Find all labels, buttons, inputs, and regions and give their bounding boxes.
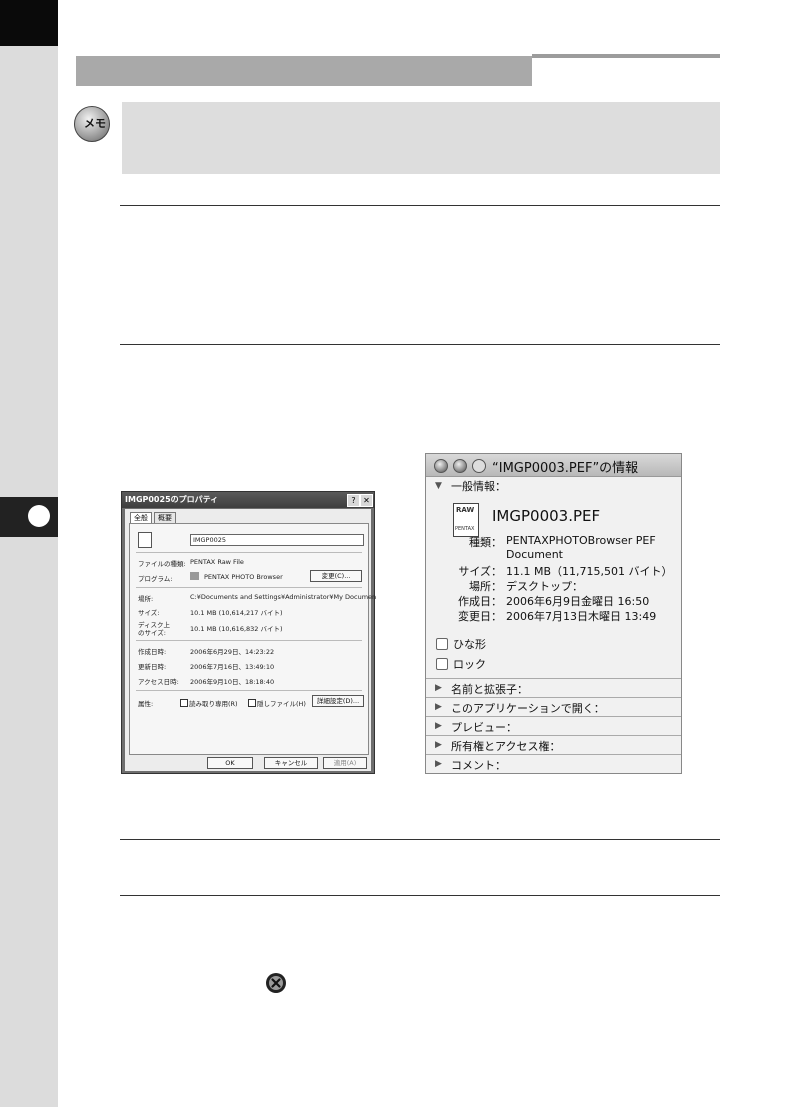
section-name-extension[interactable]: ▶ 名前と拡張子： <box>426 678 681 698</box>
disclosure-closed-icon[interactable]: ▶ <box>435 702 442 712</box>
general-tab-panel: IMGP0025 ファイルの種類: PENTAX Raw File プログラム:… <box>129 523 376 755</box>
change-program-button[interactable]: 変更(C)... <box>310 570 362 582</box>
modified-label: 更新日時: <box>138 663 167 671</box>
dialog-body: 全般 概要 IMGP0025 ファイルの種類: PENTAX Raw File … <box>125 509 376 771</box>
separator <box>136 690 362 691</box>
size-label: サイズ： <box>458 565 502 578</box>
accessed-value: 2006年9月10日、18:18:40 <box>190 678 275 686</box>
section-comments[interactable]: ▶ コメント： <box>426 754 681 774</box>
minimize-window-icon[interactable] <box>453 459 467 473</box>
program-icon <box>190 572 199 580</box>
divider-rule <box>120 895 720 896</box>
disclosure-open-icon[interactable]: ▼ <box>435 481 442 491</box>
locked-label: ロック <box>453 658 486 671</box>
location-value: C:¥Documents and Settings¥Administrator¥… <box>190 593 377 601</box>
general-section-label: 一般情報： <box>451 480 506 493</box>
created-value: 2006年6月29日、14:23:22 <box>190 648 275 656</box>
stationery-label: ひな形 <box>453 638 486 651</box>
zoom-window-icon[interactable] <box>472 459 486 473</box>
attributes-label: 属性: <box>138 700 154 708</box>
size-label: サイズ: <box>138 609 160 617</box>
kind-value-continued: Document <box>506 548 563 561</box>
page-margin-band <box>0 0 58 1107</box>
stationery-checkbox[interactable] <box>436 638 448 650</box>
info-file-name: IMGP0003.PEF <box>492 507 601 525</box>
kind-label: 種類： <box>469 536 502 549</box>
memo-box <box>122 102 720 174</box>
raw-file-icon: RAW PENTAX <box>453 503 479 537</box>
disk-size-value: 10.1 MB (10,616,832 バイト) <box>190 625 283 633</box>
modified-label: 変更日： <box>458 610 502 623</box>
size-value: 10.1 MB (10,614,217 バイト) <box>190 609 283 617</box>
close-window-icon[interactable] <box>434 459 448 473</box>
separator <box>136 552 362 553</box>
file-type-label: ファイルの種類: <box>138 560 186 568</box>
memo-icon-label: メモ <box>84 117 106 130</box>
section-open-with[interactable]: ▶ このアプリケーションで開く： <box>426 697 681 717</box>
close-button[interactable]: ✕ <box>360 494 373 507</box>
close-icon <box>266 973 286 993</box>
hidden-checkbox[interactable] <box>248 699 256 707</box>
file-name-field[interactable]: IMGP0025 <box>190 534 364 546</box>
kind-value: PENTAXPHOTOBrowser PEF <box>506 534 656 547</box>
location-label: 場所: <box>138 595 154 603</box>
dialog-title: IMGP0025のプロパティ <box>125 495 219 504</box>
file-type-value: PENTAX Raw File <box>190 558 244 566</box>
divider-rule <box>120 205 720 206</box>
separator <box>136 587 362 588</box>
where-value: デスクトップ： <box>506 580 583 593</box>
program-label: プログラム: <box>138 575 173 583</box>
info-title: “IMGP0003.PEF”の情報 <box>492 461 639 476</box>
dialog-titlebar: IMGP0025のプロパティ ? ✕ <box>122 492 374 508</box>
divider-rule <box>120 839 720 840</box>
readonly-checkbox[interactable] <box>180 699 188 707</box>
cancel-button[interactable]: キャンセル <box>264 757 318 769</box>
created-label: 作成日： <box>458 595 502 608</box>
section-name-extension-label: 名前と拡張子： <box>451 683 528 696</box>
disk-size-label: のサイズ: <box>138 629 166 637</box>
program-value: PENTAX PHOTO Browser <box>204 573 283 581</box>
readonly-label: 読み取り専用(R) <box>189 700 238 708</box>
section-header-bar <box>76 56 532 86</box>
raw-icon-brand: PENTAX <box>455 526 475 532</box>
section-open-with-label: このアプリケーションで開く： <box>451 702 605 715</box>
section-ownership[interactable]: ▶ 所有権とアクセス権： <box>426 735 681 755</box>
section-preview[interactable]: ▶ プレビュー： <box>426 716 681 736</box>
section-comments-label: コメント： <box>451 759 506 772</box>
apply-button[interactable]: 適用(A) <box>323 757 367 769</box>
disclosure-closed-icon[interactable]: ▶ <box>435 721 442 731</box>
divider-rule <box>120 344 720 345</box>
separator <box>136 640 362 641</box>
file-icon <box>138 532 152 548</box>
created-label: 作成日時: <box>138 648 167 656</box>
disclosure-closed-icon[interactable]: ▶ <box>435 759 442 769</box>
accessed-label: アクセス日時: <box>138 678 179 686</box>
hidden-label: 隠しファイル(H) <box>257 700 306 708</box>
modified-value: 2006年7月13日木曜日 13:49 <box>506 610 657 623</box>
section-ownership-label: 所有権とアクセス権： <box>451 740 561 753</box>
where-label: 場所： <box>469 580 502 593</box>
page-corner-block <box>0 0 58 46</box>
windows-properties-dialog: IMGP0025のプロパティ ? ✕ 全般 概要 IMGP0025 ファイルの種… <box>121 491 376 774</box>
info-titlebar: “IMGP0003.PEF”の情報 <box>426 454 681 477</box>
disclosure-closed-icon[interactable]: ▶ <box>435 683 442 693</box>
modified-value: 2006年7月16日、13:49:10 <box>190 663 275 671</box>
help-button[interactable]: ? <box>347 494 360 507</box>
created-value: 2006年6月9日金曜日 16:50 <box>506 595 650 608</box>
locked-checkbox[interactable] <box>436 658 448 670</box>
raw-icon-label: RAW <box>456 506 475 514</box>
size-value: 11.1 MB（11,715,501 バイト） <box>506 565 673 578</box>
disclosure-closed-icon[interactable]: ▶ <box>435 740 442 750</box>
ok-button[interactable]: OK <box>207 757 253 769</box>
chapter-marker <box>28 505 50 527</box>
advanced-button[interactable]: 詳細設定(D)... <box>312 695 364 707</box>
section-preview-label: プレビュー： <box>451 721 517 734</box>
mac-info-panel: “IMGP0003.PEF”の情報 ▼ 一般情報： RAW PENTAX IMG… <box>425 453 682 774</box>
section-header-rule <box>532 54 720 58</box>
